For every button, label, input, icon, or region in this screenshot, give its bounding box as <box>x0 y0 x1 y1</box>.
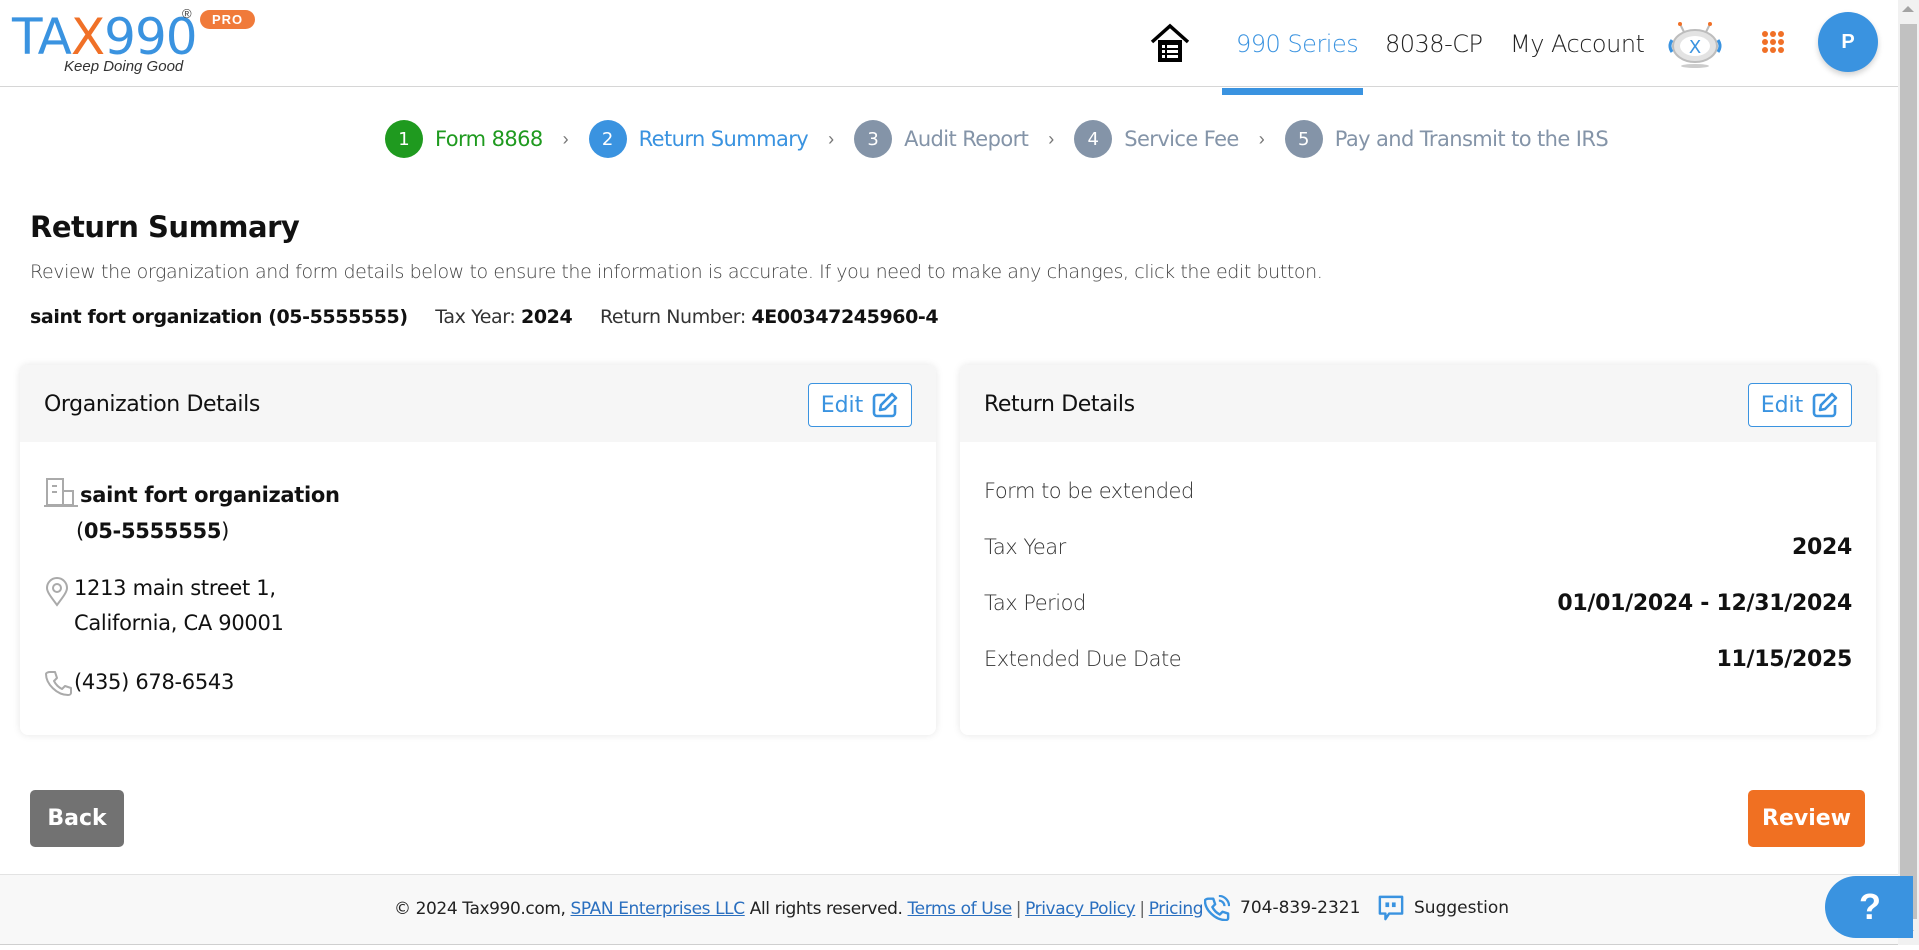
org-phone: (435) 678-6543 <box>74 670 235 694</box>
step-number: 3 <box>854 120 893 158</box>
page-footer: © 2024 Tax990.com, SPAN Enterprises LLC … <box>0 874 1898 945</box>
chevron-right-icon: › <box>562 128 569 149</box>
step-number: 2 <box>588 120 627 158</box>
phone-call-icon <box>1204 895 1230 921</box>
row-value: 01/01/2024 - 12/31/2024 <box>1557 591 1852 616</box>
step-number: 4 <box>1074 120 1113 158</box>
tax990-logo[interactable]: TAX990 ® PRO Keep Doing Good <box>12 6 262 78</box>
org-name: saint fort organization <box>80 483 340 507</box>
return-number-label: Return Number: <box>599 306 746 328</box>
address-line-2: California, CA 90001 <box>74 611 284 635</box>
step-label: Service Fee <box>1124 127 1239 151</box>
return-number-value: 4E00347245960-4 <box>751 306 939 328</box>
card-title: Return Details <box>984 392 1135 417</box>
row-label: Tax Year <box>984 535 1066 559</box>
nav-8038-cp[interactable]: 8038-CP <box>1385 30 1483 58</box>
row-value: 2024 <box>1791 535 1852 560</box>
review-button[interactable]: Review <box>1748 790 1865 847</box>
tax-year-value: 2024 <box>521 306 573 328</box>
return-details-card: Return Details Edit Form to be extended … <box>960 365 1876 735</box>
step-service-fee: 4 Service Fee <box>1074 120 1239 158</box>
step-label: Pay and Transmit to the IRS <box>1334 127 1609 151</box>
logo-tagline: Keep Doing Good <box>64 58 184 75</box>
extended-due-date-row: Extended Due Date 11/15/2025 <box>984 647 1852 672</box>
row-value: 11/15/2025 <box>1716 647 1852 672</box>
step-label: Audit Report <box>904 127 1029 151</box>
step-audit-report: 3 Audit Report <box>854 120 1029 158</box>
chevron-right-icon: › <box>1048 128 1055 149</box>
tax-year-label: Tax Year: <box>435 306 516 328</box>
home-list-icon[interactable] <box>1150 22 1190 64</box>
organization-details-card: Organization Details Edit saint fort org… <box>20 365 936 735</box>
nav-my-account[interactable]: My Account <box>1510 30 1645 58</box>
org-phone-row: (435) 678-6543 <box>44 665 234 702</box>
org-ein: (05-5555555) <box>76 519 230 543</box>
step-form-8868[interactable]: 1 Form 8868 <box>385 120 543 158</box>
pro-badge: PRO <box>200 10 256 29</box>
active-nav-indicator <box>1222 88 1363 95</box>
copyright-text: © 2024 Tax990.com, <box>394 899 566 919</box>
step-pay-transmit: 5 Pay and Transmit to the IRS <box>1284 120 1609 158</box>
terms-of-use-link[interactable]: Terms of Use <box>908 899 1013 919</box>
card-title: Organization Details <box>44 392 260 417</box>
form-to-extend-label: Form to be extended <box>984 479 1194 503</box>
registered-mark: ® <box>182 6 192 21</box>
row-label: Tax Period <box>984 591 1086 615</box>
svg-text:X: X <box>1689 37 1701 58</box>
robot-assistant-icon[interactable]: X <box>1668 20 1722 70</box>
nav-990-series[interactable]: 990 Series <box>1236 30 1359 58</box>
progress-stepper: 1 Form 8868 › 2 Return Summary › 3 Audit… <box>385 119 1609 159</box>
tax-period-row: Tax Period 01/01/2024 - 12/31/2024 <box>984 591 1852 616</box>
apps-grid-icon[interactable] <box>1762 31 1784 53</box>
pricing-link[interactable]: Pricing <box>1149 899 1204 919</box>
return-info-line: saint fort organization (05-5555555) Tax… <box>30 306 939 328</box>
page-scrollbar[interactable] <box>1898 0 1919 945</box>
rights-text: All rights reserved. <box>749 899 903 919</box>
help-button[interactable]: ? <box>1825 876 1913 938</box>
back-button[interactable]: Back <box>30 790 124 847</box>
footer-legal: © 2024 Tax990.com, SPAN Enterprises LLC … <box>394 899 1204 919</box>
edit-organization-button[interactable]: Edit <box>808 383 912 427</box>
phone-number: 704-839-2321 <box>1240 898 1361 918</box>
suggestion-label: Suggestion <box>1414 898 1510 918</box>
support-phone[interactable]: 704-839-2321 <box>1204 895 1360 921</box>
span-enterprises-link[interactable]: SPAN Enterprises LLC <box>571 899 746 919</box>
org-name-row: saint fort organization (05-5555555) <box>44 477 340 549</box>
form-to-extend-row: Form to be extended <box>984 479 1852 503</box>
edit-label: Edit <box>820 392 864 418</box>
tax-year-row: Tax Year 2024 <box>984 535 1852 560</box>
scroll-up-arrow-icon[interactable] <box>1902 6 1914 12</box>
step-number: 1 <box>385 120 423 158</box>
step-label: Form 8868 <box>435 127 543 151</box>
chevron-right-icon: › <box>1258 128 1265 149</box>
page-description: Review the organization and form details… <box>30 261 1323 283</box>
top-header: TAX990 ® PRO Keep Doing Good 990 Series … <box>0 0 1898 95</box>
chevron-right-icon: › <box>828 128 835 149</box>
org-summary: saint fort organization (05-5555555) <box>30 306 408 328</box>
building-icon <box>44 477 80 549</box>
edit-icon <box>872 392 898 418</box>
org-address-row: 1213 main street 1, California, CA 90001 <box>44 571 284 641</box>
row-label: Extended Due Date <box>984 647 1182 671</box>
step-number: 5 <box>1284 120 1323 158</box>
card-header: Organization Details Edit <box>20 365 936 442</box>
scroll-thumb[interactable] <box>1900 24 1917 919</box>
step-return-summary[interactable]: 2 Return Summary <box>588 120 809 158</box>
edit-icon <box>1812 392 1838 418</box>
page-title: Return Summary <box>30 210 300 244</box>
privacy-policy-link[interactable]: Privacy Policy <box>1025 899 1136 919</box>
edit-return-button[interactable]: Edit <box>1748 383 1852 427</box>
user-avatar[interactable]: P <box>1818 12 1878 72</box>
edit-label: Edit <box>1760 392 1804 418</box>
suggestion-link[interactable]: Suggestion <box>1378 895 1509 921</box>
address-line-1: 1213 main street 1, <box>74 576 276 600</box>
step-label: Return Summary <box>638 127 809 151</box>
card-header: Return Details Edit <box>960 365 1876 442</box>
suggestion-quote-icon <box>1378 895 1404 921</box>
